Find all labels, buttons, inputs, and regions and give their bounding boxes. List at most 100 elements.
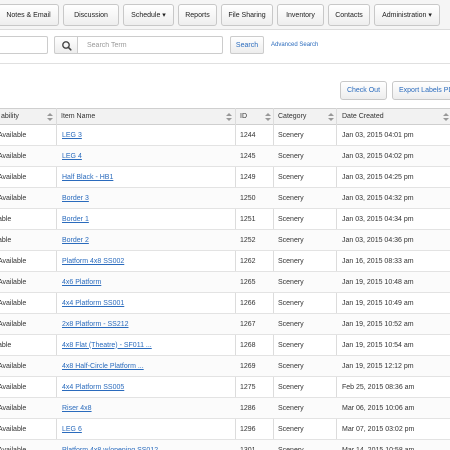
header-category[interactable]: Category	[278, 109, 306, 124]
id-cell: 1262	[240, 257, 256, 265]
tab-discussion[interactable]: Discussion	[63, 4, 119, 26]
availability-cell: Available	[0, 446, 27, 450]
table-row[interactable]: Available 4x4 Platform SS001 1266 Scener…	[0, 293, 450, 314]
tab-schedule[interactable]: Schedule ▾	[123, 4, 174, 26]
availability-cell: Available	[0, 152, 27, 160]
table-row[interactable]: Available Riser 4x8 1286 Scenery Mar 06,…	[0, 398, 450, 419]
sort-icon[interactable]	[328, 113, 334, 121]
id-cell: 1244	[240, 131, 256, 139]
item-name-link[interactable]: 4x4 Platform SS005	[62, 377, 124, 397]
table-header: ability Item Name ID Category Date Creat…	[0, 108, 450, 125]
availability-cell: Available	[0, 362, 27, 370]
search-icon	[62, 41, 72, 51]
sort-icon[interactable]	[443, 113, 449, 121]
header-id[interactable]: ID	[240, 109, 247, 124]
category-cell: Scenery	[278, 341, 304, 349]
tab-administration[interactable]: Administration ▾	[374, 4, 440, 26]
date-cell: Jan 03, 2015 04:25 pm	[342, 173, 414, 181]
table-row[interactable]: Available 4x6 Platform 1265 Scenery Jan …	[0, 272, 450, 293]
table-row[interactable]: Available LEG 3 1244 Scenery Jan 03, 201…	[0, 125, 450, 146]
date-cell: Jan 19, 2015 10:54 am	[342, 341, 414, 349]
table-row[interactable]: Available Platform 4x8 w/opening SS012 .…	[0, 440, 450, 450]
header-item-name[interactable]: Item Name	[61, 109, 95, 124]
advanced-search-link[interactable]: Advanced Search	[271, 42, 318, 48]
sort-icon[interactable]	[226, 113, 232, 121]
item-name-link[interactable]: Border 2	[62, 230, 89, 250]
date-cell: Jan 03, 2015 04:02 pm	[342, 152, 414, 160]
id-cell: 1249	[240, 173, 256, 181]
table-row[interactable]: Available LEG 4 1245 Scenery Jan 03, 201…	[0, 146, 450, 167]
tab-inventory[interactable]: Inventory	[277, 4, 324, 26]
availability-cell: Available	[0, 257, 27, 265]
id-cell: 1268	[240, 341, 256, 349]
item-name-link[interactable]: 4x4 Platform SS001	[62, 293, 124, 313]
item-name-link[interactable]: 4x8 Flat (Theatre) - SF011 ...	[62, 335, 152, 355]
availability-cell: Available	[0, 194, 27, 202]
date-cell: Mar 07, 2015 03:02 pm	[342, 425, 415, 433]
id-cell: 1245	[240, 152, 256, 160]
date-cell: Jan 19, 2015 12:12 pm	[342, 362, 414, 370]
table-row[interactable]: able 4x8 Flat (Theatre) - SF011 ... 1268…	[0, 335, 450, 356]
item-name-link[interactable]: Border 3	[62, 188, 89, 208]
item-name-link[interactable]: LEG 3	[62, 125, 82, 145]
availability-cell: Available	[0, 131, 27, 139]
item-name-link[interactable]: Riser 4x8	[62, 398, 92, 418]
tab-contacts[interactable]: Contacts	[328, 4, 370, 26]
date-cell: Jan 03, 2015 04:34 pm	[342, 215, 414, 223]
item-name-link[interactable]: 4x6 Platform	[62, 272, 101, 292]
id-cell: 1269	[240, 362, 256, 370]
availability-cell: Available	[0, 383, 27, 391]
id-cell: 1252	[240, 236, 256, 244]
id-cell: 1251	[240, 215, 256, 223]
header-availability[interactable]: ability	[1, 109, 19, 124]
category-cell: Scenery	[278, 278, 304, 286]
table-row[interactable]: able Border 2 1252 Scenery Jan 03, 2015 …	[0, 230, 450, 251]
table-row[interactable]: Available 2x8 Platform - SS212 1267 Scen…	[0, 314, 450, 335]
sort-icon[interactable]	[265, 113, 271, 121]
table-row[interactable]: Available Half Black - HB1 1249 Scenery …	[0, 167, 450, 188]
item-name-link[interactable]: 4x8 Half-Circle Platform ...	[62, 356, 144, 376]
category-cell: Scenery	[278, 299, 304, 307]
tab-reports[interactable]: Reports	[178, 4, 217, 26]
date-cell: Jan 19, 2015 10:49 am	[342, 299, 414, 307]
id-cell: 1250	[240, 194, 256, 202]
table-row[interactable]: Available 4x4 Platform SS005 1275 Scener…	[0, 377, 450, 398]
item-name-link[interactable]: LEG 6	[62, 419, 82, 439]
category-cell: Scenery	[278, 446, 304, 450]
check-out-button[interactable]: Check Out	[340, 81, 387, 100]
search-icon-button[interactable]	[54, 36, 78, 54]
item-name-link[interactable]: 2x8 Platform - SS212	[62, 314, 129, 334]
item-name-link[interactable]: Platform 4x8 SS002	[62, 251, 124, 271]
export-labels-button[interactable]: Export Labels PDF	[392, 81, 450, 100]
category-cell: Scenery	[278, 383, 304, 391]
action-bar: Check Out Export Labels PDF	[0, 64, 450, 108]
tab-file-sharing[interactable]: File Sharing	[221, 4, 273, 26]
date-cell: Jan 03, 2015 04:36 pm	[342, 236, 414, 244]
availability-cell: Available	[0, 173, 27, 181]
table-row[interactable]: Available LEG 6 1296 Scenery Mar 07, 201…	[0, 419, 450, 440]
category-cell: Scenery	[278, 194, 304, 202]
availability-cell: Available	[0, 278, 27, 286]
date-cell: Mar 06, 2015 10:06 am	[342, 404, 415, 412]
table-row[interactable]: able Border 1 1251 Scenery Jan 03, 2015 …	[0, 209, 450, 230]
item-name-link[interactable]: Platform 4x8 w/opening SS012 ...	[62, 440, 166, 450]
table-row[interactable]: Available Border 3 1250 Scenery Jan 03, …	[0, 188, 450, 209]
search-button[interactable]: Search	[230, 36, 264, 54]
filter-select[interactable]	[0, 36, 48, 54]
category-cell: Scenery	[278, 131, 304, 139]
table-row[interactable]: Available 4x8 Half-Circle Platform ... 1…	[0, 356, 450, 377]
header-date-created[interactable]: Date Created	[342, 109, 384, 124]
tab-notes-email[interactable]: Notes & Email	[0, 4, 59, 26]
sort-icon[interactable]	[47, 113, 53, 121]
item-name-link[interactable]: Half Black - HB1	[62, 167, 113, 187]
item-name-link[interactable]: LEG 4	[62, 146, 82, 166]
table-row[interactable]: Available Platform 4x8 SS002 1262 Scener…	[0, 251, 450, 272]
top-nav: Notes & Email Discussion Schedule ▾ Repo…	[0, 0, 450, 30]
category-cell: Scenery	[278, 152, 304, 160]
id-cell: 1275	[240, 383, 256, 391]
id-cell: 1286	[240, 404, 256, 412]
category-cell: Scenery	[278, 257, 304, 265]
item-name-link[interactable]: Border 1	[62, 209, 89, 229]
search-input[interactable]	[77, 36, 223, 54]
id-cell: 1265	[240, 278, 256, 286]
